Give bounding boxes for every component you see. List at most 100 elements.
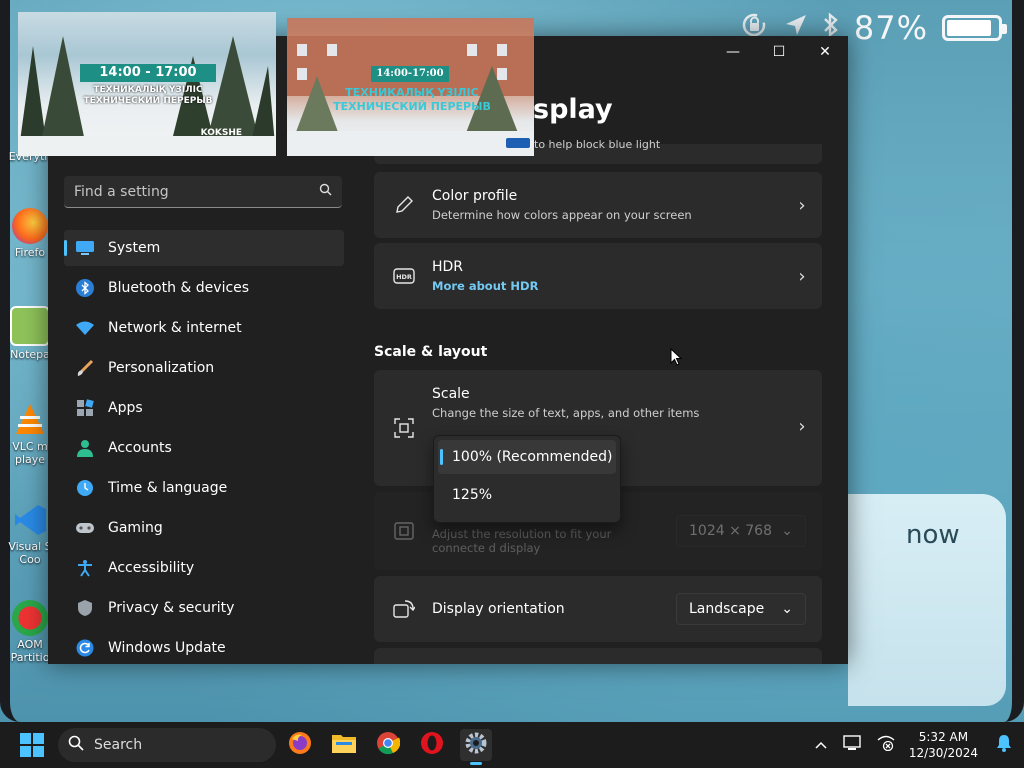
nav-item-system[interactable]: System [64, 230, 344, 266]
display-orientation-value: Landscape [689, 601, 765, 617]
next-setting-card-partial[interactable] [374, 648, 822, 664]
taskbar-thumbnail-preview[interactable]: 14:00-17:00 ТЕХНИКАЛЫҚ ҮЗІЛІС ТЕХНИЧЕСКИ… [287, 18, 534, 156]
wifi-icon [74, 317, 96, 339]
scale-option-100[interactable]: 100% (Recommended) [438, 440, 616, 474]
settings-icon [464, 731, 488, 759]
close-button[interactable]: ✕ [802, 36, 848, 68]
widget-text: now [906, 520, 960, 550]
thumbnail-channel-badge [506, 138, 530, 148]
person-icon [74, 437, 96, 459]
display-monitor-icon[interactable] [843, 735, 861, 755]
display-resolution-value: 1024 × 768 [689, 523, 772, 539]
gamepad-icon [74, 517, 96, 539]
windows-logo-icon [20, 733, 31, 744]
eyedropper-icon [392, 193, 416, 217]
clock-date: 12/30/2024 [908, 746, 978, 760]
taskbar-thumbnail-preview[interactable]: 14:00 - 17:00 ТЕХНИКАЛЫҚ ҮЗІЛІС ТЕХНИЧЕС… [18, 12, 276, 156]
nav-item-label: Apps [108, 400, 143, 416]
firefox-icon [12, 208, 48, 244]
chevron-right-icon: › [798, 194, 806, 216]
nav-item-privacy-security[interactable]: Privacy & security [64, 590, 344, 626]
thumbnail-caption-kazakh: ТЕХНИКАЛЫҚ ҮЗІЛІС [93, 85, 203, 95]
monitor-icon [74, 237, 96, 259]
display-resolution-dropdown[interactable]: 1024 × 768 ⌄ [676, 515, 806, 547]
nav-item-label: Time & language [108, 480, 228, 496]
taskbar-app-firefox[interactable] [284, 729, 316, 761]
taskbar: Search 5:32 AM 12/30/2024 [0, 722, 1024, 768]
vlc-icon [12, 402, 48, 438]
file-explorer-icon [331, 732, 357, 758]
nav-item-accounts[interactable]: Accounts [64, 430, 344, 466]
hdr-card[interactable]: HDR HDR More about HDR › [374, 243, 822, 309]
bluetooth-icon [74, 277, 96, 299]
orientation-icon [392, 597, 416, 621]
nav-item-gaming[interactable]: Gaming [64, 510, 344, 546]
globe-clock-icon [74, 477, 96, 499]
more-about-hdr-link[interactable]: More about HDR [432, 279, 782, 293]
taskbar-app-chrome[interactable] [372, 729, 404, 761]
nav-item-time-language[interactable]: Time & language [64, 470, 344, 506]
nav-item-network[interactable]: Network & internet [64, 310, 344, 346]
thumbnail-caption-russian: ТЕХНИЧЕСКИЙ ПЕРЕРЫВ [83, 96, 213, 106]
nav-item-windows-update[interactable]: Windows Update [64, 630, 344, 664]
page-title: splay [533, 94, 613, 125]
chevron-down-icon: ⌄ [781, 523, 793, 539]
search-input[interactable]: Find a setting [64, 176, 342, 208]
nav-item-personalization[interactable]: Personalization [64, 350, 344, 386]
shield-icon [74, 597, 96, 619]
update-icon [74, 637, 96, 659]
color-profile-title: Color profile [432, 188, 518, 204]
widget-card[interactable]: now [848, 494, 1006, 706]
display-orientation-dropdown[interactable]: Landscape ⌄ [676, 593, 806, 625]
window-caption-buttons: — ☐ ✕ [710, 36, 848, 68]
firefox-icon [288, 731, 312, 759]
scale-option-125[interactable]: 125% [438, 478, 616, 512]
scale-title: Scale [432, 386, 470, 402]
nav-item-label: Windows Update [108, 640, 226, 656]
nav-item-accessibility[interactable]: Accessibility [64, 550, 344, 586]
chevron-right-icon: › [798, 265, 806, 287]
nav-item-label: Personalization [108, 360, 215, 376]
nav-item-bluetooth[interactable]: Bluetooth & devices [64, 270, 344, 306]
nav-item-apps[interactable]: Apps [64, 390, 344, 426]
battery-percentage: 87% [853, 9, 928, 47]
taskbar-app-file-explorer[interactable] [328, 729, 360, 761]
display-orientation-card[interactable]: Display orientation Landscape ⌄ [374, 576, 822, 642]
taskbar-app-opera[interactable] [416, 729, 448, 761]
night-light-subtitle: to help block blue light [534, 138, 661, 151]
thumbnail-time-banner: 14:00 - 17:00 [80, 64, 216, 82]
hdr-icon: HDR [392, 264, 416, 288]
start-button[interactable] [20, 733, 44, 757]
display-resolution-subtitle: Adjust the resolution to fit your connec… [432, 527, 612, 555]
taskbar-search[interactable]: Search [58, 728, 276, 762]
nav-item-label: Bluetooth & devices [108, 280, 250, 296]
taskbar-app-settings[interactable] [460, 729, 492, 765]
resolution-icon [392, 519, 416, 543]
display-orientation-title: Display orientation [432, 601, 565, 617]
chevron-down-icon: ⌄ [781, 601, 793, 617]
scale-dropdown-flyout: 100% (Recommended) 125% [433, 435, 621, 523]
nav-item-label: Gaming [108, 520, 163, 536]
color-profile-card[interactable]: Color profile Determine how colors appea… [374, 172, 822, 238]
taskbar-clock[interactable]: 5:32 AM 12/30/2024 [909, 729, 978, 761]
active-app-indicator [470, 762, 482, 765]
chevron-up-icon[interactable] [815, 737, 827, 753]
nav-item-label: Accessibility [108, 560, 195, 576]
chrome-icon [376, 731, 401, 759]
taskbar-search-label: Search [94, 737, 143, 753]
battery-icon [942, 15, 1007, 41]
scale-subtitle: Change the size of text, apps, and other… [432, 406, 700, 420]
paintbrush-icon [74, 357, 96, 379]
nav-item-label: Network & internet [108, 320, 242, 336]
system-tray: 5:32 AM 12/30/2024 [807, 722, 1024, 768]
section-heading-scale-layout: Scale & layout [374, 344, 488, 360]
search-placeholder: Find a setting [74, 183, 169, 200]
no-internet-icon[interactable] [877, 735, 895, 755]
apps-icon [74, 397, 96, 419]
notification-bell-icon[interactable] [996, 734, 1012, 756]
maximize-button[interactable]: ☐ [756, 36, 802, 68]
thumbnail-time-banner: 14:00-17:00 [371, 66, 449, 82]
scale-icon [392, 416, 416, 440]
nav-item-label: Privacy & security [108, 600, 235, 616]
minimize-button[interactable]: — [710, 36, 756, 68]
